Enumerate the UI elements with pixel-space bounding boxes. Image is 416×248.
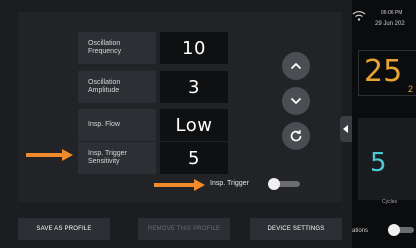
- cycles-card: [358, 118, 416, 200]
- therapy-settings-panel: Oscillation Frequency 10 Oscillation Amp…: [0, 0, 352, 248]
- insp-trigger-sensitivity-value-field[interactable]: 5: [160, 142, 228, 174]
- clock-time: 06:06 PM: [381, 10, 403, 16]
- insp-trigger-toggle[interactable]: [268, 178, 302, 190]
- insp-trigger-sensitivity-label: Insp. Trigger Sensitivity: [88, 150, 127, 165]
- insp-flow-value: Low: [175, 114, 213, 136]
- toggle-knob: [388, 224, 400, 236]
- side-metric-secondary: 2: [408, 84, 414, 94]
- side-metric-value: 25: [364, 54, 403, 89]
- side-toggle[interactable]: [388, 224, 414, 236]
- decrease-button[interactable]: [282, 87, 310, 115]
- oscillation-amplitude-label: Oscillation Amplitude: [88, 79, 121, 94]
- oscillation-amplitude-value-field[interactable]: 3: [160, 71, 228, 103]
- wifi-icon: [352, 11, 366, 21]
- insp-trigger-sensitivity-value: 5: [188, 147, 200, 169]
- collapse-panel-tab[interactable]: [340, 116, 352, 142]
- insp-trigger-label: Insp. Trigger: [210, 180, 249, 187]
- side-bottom-label: ations: [352, 228, 369, 234]
- chevron-left-icon: [343, 125, 348, 133]
- increase-button[interactable]: [282, 52, 310, 80]
- reset-button[interactable]: [282, 122, 310, 150]
- chevron-down-icon: [291, 98, 301, 104]
- toggle-knob: [268, 178, 280, 190]
- insp-flow-label-box: Insp. Flow: [78, 109, 156, 141]
- oscillation-amplitude-value: 3: [188, 76, 200, 98]
- clock-date: 29 Jun 202: [375, 21, 405, 27]
- oscillation-amplitude-label-box: Oscillation Amplitude: [78, 71, 156, 103]
- save-as-profile-label: SAVE AS PROFILE: [36, 226, 92, 232]
- refresh-icon: [290, 129, 302, 142]
- oscillation-frequency-label: Oscillation Frequency: [88, 40, 122, 55]
- orange-arrow-icon: [154, 179, 205, 191]
- oscillation-frequency-value: 10: [182, 37, 206, 59]
- remove-this-profile-button[interactable]: REMOVE THIS PROFILE: [138, 218, 230, 240]
- cycles-value: 5: [370, 148, 387, 178]
- device-settings-label: DEVICE SETTINGS: [267, 226, 325, 232]
- insp-flow-value-field[interactable]: Low: [160, 109, 228, 141]
- device-settings-button[interactable]: DEVICE SETTINGS: [250, 218, 342, 240]
- chevron-up-icon: [291, 63, 301, 69]
- orange-arrow-icon: [26, 149, 73, 161]
- oscillation-frequency-value-field[interactable]: 10: [160, 32, 228, 64]
- insp-trigger-sensitivity-label-box: Insp. Trigger Sensitivity: [78, 142, 156, 174]
- save-as-profile-button[interactable]: SAVE AS PROFILE: [18, 218, 110, 240]
- insp-flow-label: Insp. Flow: [88, 121, 120, 128]
- oscillation-frequency-label-box: Oscillation Frequency: [78, 32, 156, 64]
- cycles-label: Cycles: [382, 199, 398, 205]
- remove-this-profile-label: REMOVE THIS PROFILE: [147, 226, 221, 232]
